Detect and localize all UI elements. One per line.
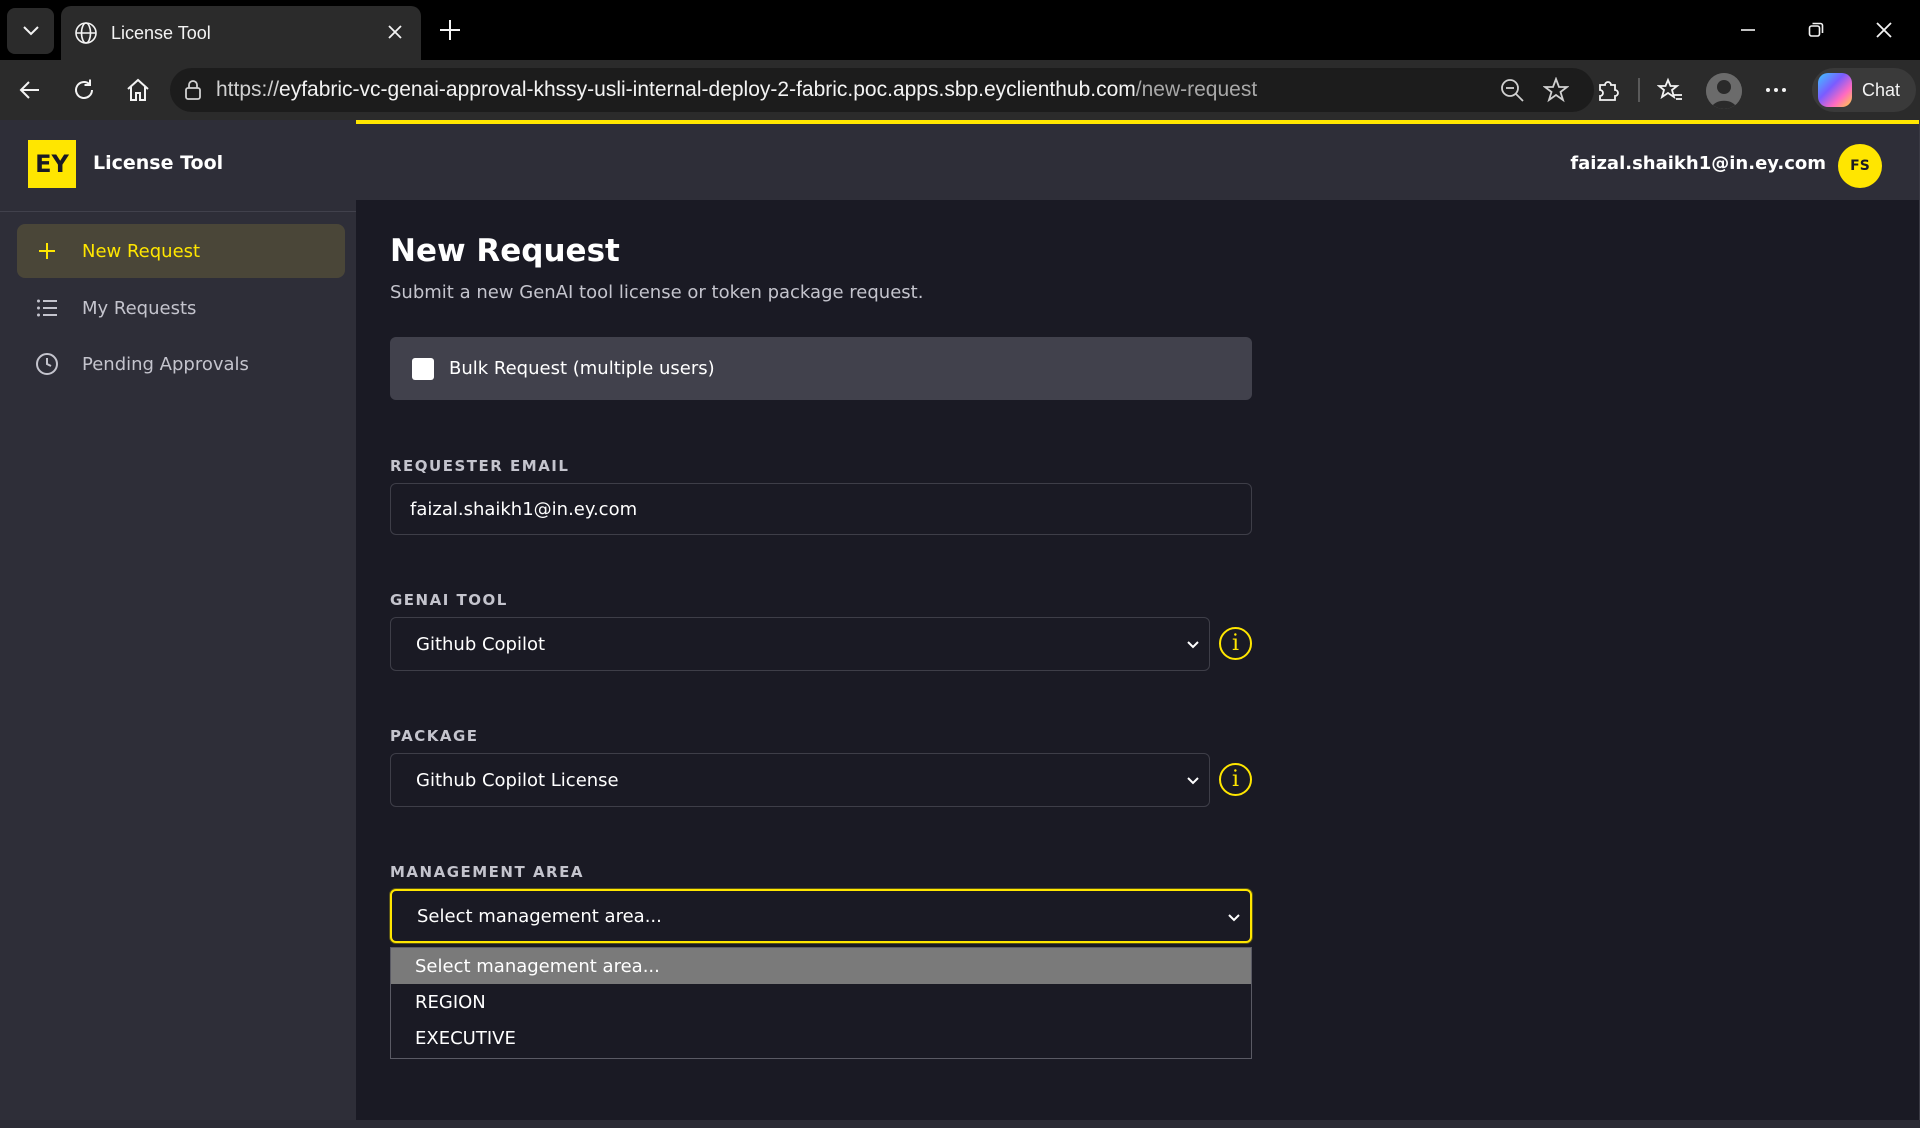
management-area-select[interactable]: Select management area...	[390, 889, 1252, 943]
restore-button[interactable]	[1782, 0, 1850, 60]
favorite-button[interactable]	[1538, 72, 1574, 108]
tab-list-button[interactable]	[7, 8, 54, 54]
chevron-down-icon	[1224, 908, 1244, 928]
sidebar-item-label: Pending Approvals	[82, 353, 249, 375]
bulk-request-label: Bulk Request (multiple users)	[449, 358, 715, 379]
tab-close-button[interactable]	[383, 20, 407, 44]
management-area-value: Select management area...	[417, 905, 662, 927]
person-icon	[1706, 73, 1742, 109]
new-tab-button[interactable]	[432, 12, 468, 48]
sidebar-item-my-requests[interactable]: My Requests	[17, 281, 345, 335]
home-icon	[127, 78, 149, 101]
sidebar-item-label: New Request	[82, 240, 201, 262]
sidebar-item-pending-approvals[interactable]: Pending Approvals	[17, 337, 345, 391]
toolbar-divider	[1638, 78, 1640, 102]
clock-icon	[31, 348, 63, 380]
package-select[interactable]: Github Copilot License	[390, 753, 1210, 807]
management-area-option[interactable]: EXECUTIVE	[391, 1020, 1251, 1056]
minimize-button[interactable]	[1714, 0, 1782, 60]
genai-tool-value: Github Copilot	[416, 633, 546, 655]
url-path: /new-request	[1135, 78, 1258, 101]
browser-toolbar: https://eyfabric-vc-genai-approval-khssy…	[0, 60, 1920, 120]
favorites-icon	[1657, 77, 1682, 100]
close-window-button[interactable]	[1850, 0, 1918, 60]
package-label: PACKAGE	[390, 727, 479, 745]
sidebar-item-label: My Requests	[82, 297, 197, 319]
favorites-button[interactable]	[1652, 72, 1688, 108]
list-icon	[31, 292, 63, 324]
app-root: EY License Tool New Request My Requests …	[0, 120, 1920, 1128]
bulk-request-checkbox[interactable]	[412, 357, 434, 380]
close-icon	[388, 25, 402, 39]
requester-email-field[interactable]: faizal.shaikh1@in.ey.com	[390, 483, 1252, 535]
chevron-down-icon	[1183, 635, 1203, 655]
top-header: faizal.shaikh1@in.ey.com FS	[356, 120, 1920, 200]
user-avatar[interactable]: FS	[1838, 144, 1882, 188]
star-icon	[1543, 77, 1569, 103]
requester-email-label: REQUESTER EMAIL	[390, 457, 570, 475]
url-host: eyfabric-vc-genai-approval-khssy-usli-in…	[279, 78, 1136, 101]
copilot-chat-button[interactable]: Chat	[1812, 68, 1916, 112]
management-area-option[interactable]: REGION	[391, 984, 1251, 1020]
globe-icon	[75, 22, 97, 44]
plus-icon	[31, 235, 63, 267]
home-button[interactable]	[120, 72, 156, 108]
genai-tool-select[interactable]: Github Copilot	[390, 617, 1210, 671]
address-bar[interactable]: https://eyfabric-vc-genai-approval-khssy…	[170, 68, 1594, 112]
chat-label: Chat	[1862, 79, 1901, 100]
chevron-down-icon	[1183, 771, 1203, 791]
brand-header: EY License Tool	[0, 120, 356, 212]
puzzle-icon	[1599, 81, 1619, 101]
plus-icon	[440, 20, 460, 40]
genai-tool-info-icon[interactable]: i	[1219, 627, 1252, 660]
reload-button[interactable]	[66, 72, 102, 108]
copilot-logo-icon	[1818, 73, 1852, 107]
chevron-down-icon	[22, 26, 39, 36]
app-name: License Tool	[93, 152, 224, 174]
zoom-out-icon	[1501, 79, 1524, 102]
extensions-button[interactable]	[1590, 72, 1626, 108]
tab-title: License Tool	[111, 22, 211, 43]
ey-logo: EY	[28, 140, 76, 188]
sidebar-item-new-request[interactable]: New Request	[17, 224, 345, 278]
sidebar: EY License Tool New Request My Requests …	[0, 120, 356, 1120]
restore-icon	[1808, 22, 1824, 37]
package-info-icon[interactable]: i	[1219, 763, 1252, 796]
lock-icon	[185, 80, 201, 100]
management-area-label: MANAGEMENT AREA	[390, 863, 584, 881]
arrow-left-icon	[19, 81, 39, 99]
bulk-request-toggle[interactable]: Bulk Request (multiple users)	[390, 337, 1252, 400]
package-value: Github Copilot License	[416, 769, 619, 791]
minimize-icon	[1741, 29, 1755, 31]
management-area-option[interactable]: Select management area...	[391, 948, 1251, 984]
more-dots-icon	[1766, 88, 1786, 92]
url-text: https://eyfabric-vc-genai-approval-khssy…	[216, 78, 1257, 102]
bottom-strip	[0, 1120, 1920, 1128]
reload-icon	[75, 79, 93, 99]
zoom-button[interactable]	[1494, 72, 1530, 108]
page-subtitle: Submit a new GenAI tool license or token…	[390, 282, 924, 303]
more-options-button[interactable]	[1758, 72, 1794, 108]
user-email: faizal.shaikh1@in.ey.com	[1570, 153, 1826, 174]
page-title: New Request	[390, 233, 620, 269]
browser-tabstrip: License Tool	[0, 0, 1920, 60]
browser-tab-active[interactable]: License Tool	[61, 6, 421, 60]
url-scheme: https://	[216, 78, 280, 101]
back-button[interactable]	[12, 72, 48, 108]
management-area-options: Select management area... REGION EXECUTI…	[390, 947, 1252, 1059]
close-icon	[1876, 22, 1892, 38]
browser-profile-avatar[interactable]	[1706, 73, 1742, 109]
genai-tool-label: GENAI TOOL	[390, 591, 508, 609]
